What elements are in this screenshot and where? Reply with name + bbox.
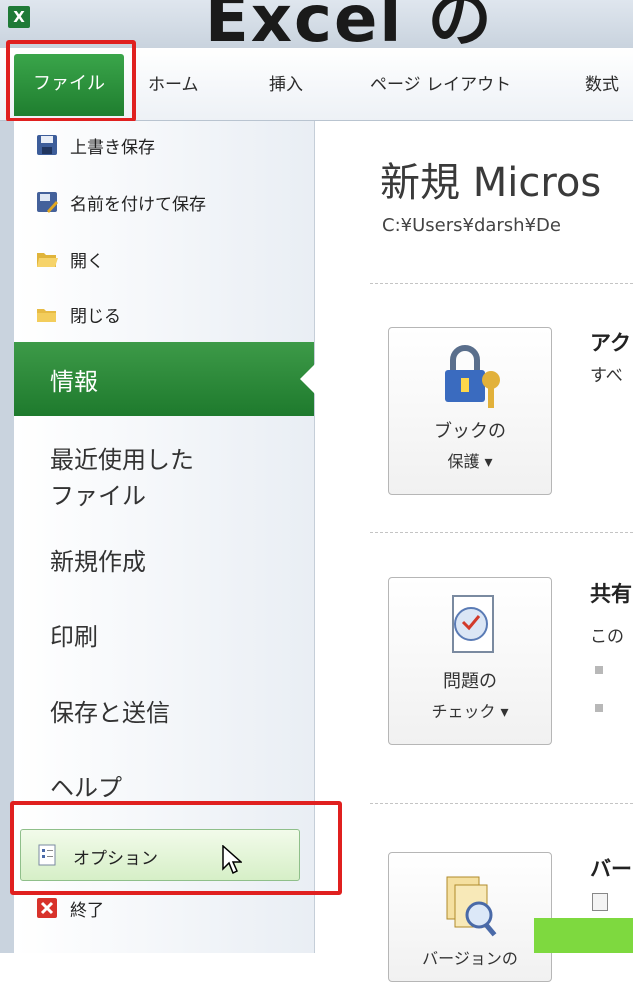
protect-label-line2: 保護 ▾	[447, 452, 493, 471]
open-label: 開く	[70, 251, 104, 272]
save-command[interactable]: 上書き保存	[36, 129, 155, 161]
nav-info-label: 情報	[50, 368, 98, 396]
tab-insert[interactable]: 挿入	[269, 70, 303, 95]
save-as-command[interactable]: 名前を付けて保存	[36, 186, 206, 218]
close-label: 閉じる	[70, 306, 121, 327]
save-as-icon	[36, 191, 58, 213]
tab-file[interactable]: ファイル	[14, 54, 124, 116]
nav-recent-line2[interactable]: ファイル	[50, 476, 146, 511]
tab-page-layout[interactable]: ページ レイアウト	[370, 70, 511, 95]
bullet	[595, 704, 603, 712]
permissions-text: すべ	[590, 366, 623, 386]
document-icon	[592, 893, 608, 911]
bullet	[595, 666, 603, 674]
options-label: オプション	[73, 849, 158, 869]
options-button[interactable]: オプション	[20, 829, 300, 881]
close-command[interactable]: 閉じる	[36, 298, 121, 330]
separator	[370, 532, 633, 533]
tab-home[interactable]: ホーム	[148, 70, 199, 95]
lock-key-icon	[433, 342, 509, 412]
protect-workbook-button[interactable]: ブックの 保護 ▾	[388, 327, 552, 495]
separator	[370, 803, 633, 804]
document-path: C:¥Users¥darsh¥De	[382, 215, 561, 236]
open-command[interactable]: 開く	[36, 243, 104, 275]
save-icon	[36, 134, 58, 156]
versions-icon	[433, 871, 509, 941]
left-edge	[0, 121, 14, 953]
open-folder-icon	[36, 248, 58, 270]
exit-command[interactable]: 終了	[36, 892, 104, 924]
green-corner-block	[534, 918, 633, 953]
excel-logo-icon: X	[8, 6, 30, 28]
tab-formulas[interactable]: 数式	[585, 70, 619, 95]
permissions-heading: アク	[590, 331, 631, 355]
versions-button[interactable]: バージョンの	[388, 852, 552, 982]
nav-info[interactable]: 情報	[14, 342, 315, 416]
active-notch	[300, 364, 315, 394]
document-title: 新規 Micros	[380, 160, 602, 206]
nav-print[interactable]: 印刷	[50, 617, 98, 652]
prepare-sharing-heading: 共有	[590, 582, 632, 606]
prepare-sharing-text: この	[590, 627, 624, 647]
title-bar: X Excel の	[0, 0, 633, 48]
check-issues-button[interactable]: 問題の チェック ▾	[388, 577, 552, 745]
close-folder-icon	[36, 303, 58, 325]
protect-label-line1: ブックの	[434, 421, 506, 442]
check-label-line1: 問題の	[443, 671, 497, 692]
save-as-label: 名前を付けて保存	[70, 194, 206, 215]
checklist-icon	[433, 592, 509, 662]
versions-heading: バー	[590, 857, 632, 881]
versions-label: バージョンの	[422, 949, 518, 968]
nav-save-send[interactable]: 保存と送信	[50, 693, 170, 728]
separator	[370, 283, 633, 284]
ribbon-tab-bar: ファイル ホーム 挿入 ページ レイアウト 数式	[0, 48, 633, 121]
overlay-title: Excel の	[205, 0, 494, 48]
nav-new[interactable]: 新規作成	[50, 542, 146, 577]
nav-recent-line1[interactable]: 最近使用した	[50, 440, 194, 475]
check-label-line2: チェック ▾	[431, 702, 509, 721]
save-label: 上書き保存	[70, 137, 155, 158]
exit-icon	[36, 897, 58, 919]
options-icon	[37, 844, 57, 866]
exit-label: 終了	[70, 900, 104, 921]
nav-help[interactable]: ヘルプ	[50, 768, 122, 803]
mouse-cursor-icon	[222, 844, 243, 875]
